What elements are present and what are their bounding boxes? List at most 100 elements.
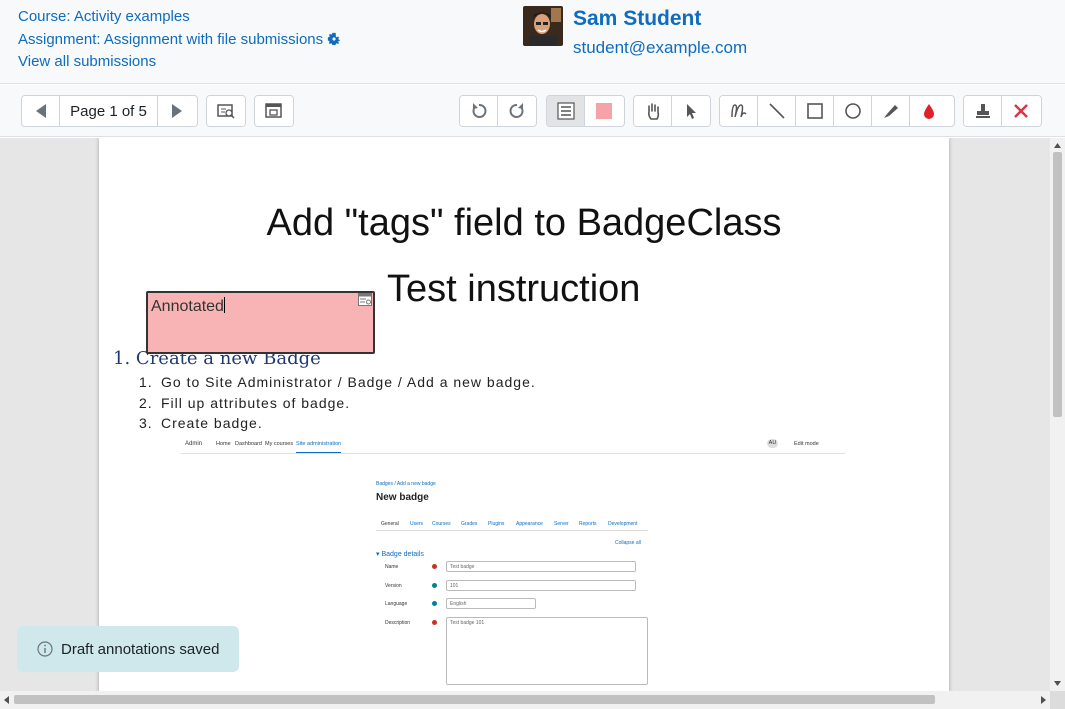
rotate-left-button[interactable] [460, 96, 498, 126]
list-item: 2. Fill up attributes of badge. [139, 393, 536, 414]
embedded-nav-item-active: Site administration [296, 441, 342, 453]
course-link[interactable]: Course: Activity examples [18, 8, 190, 25]
pan-tool-button[interactable] [634, 96, 672, 126]
annotation-color-button[interactable] [585, 96, 623, 126]
embedded-breadcrumb: Badges / Add a new badge [376, 481, 436, 487]
document-viewport[interactable]: Add "tags" field to BadgeClass Test inst… [0, 138, 1050, 691]
view-all-submissions-link[interactable]: View all submissions [18, 53, 156, 70]
embedded-collapse-all: Collapse all [615, 540, 641, 546]
list-item: 3. Create badge. [139, 413, 536, 434]
rotate-group [459, 95, 537, 127]
user-email[interactable]: student@example.com [573, 38, 747, 58]
triangle-left-icon [35, 104, 46, 118]
user-name[interactable]: Sam Student [573, 7, 701, 31]
horizontal-scrollbar[interactable] [0, 691, 1050, 709]
rotate-right-icon [509, 103, 524, 118]
embedded-tab: Development [608, 521, 638, 527]
vertical-scroll-thumb[interactable] [1053, 152, 1062, 417]
embedded-section-label: Badge details [381, 551, 424, 558]
gear-icon[interactable] [327, 32, 341, 46]
step-text: Fill up attributes of badge. [161, 394, 351, 411]
embedded-divider [376, 530, 648, 531]
avatar-image [523, 6, 563, 46]
embedded-collapse-all-label: Collapse all [615, 540, 641, 546]
required-icon [432, 620, 437, 625]
page-select[interactable]: Page 1 of 5 [60, 96, 158, 126]
window-restore-icon [265, 103, 282, 118]
steps-list: 1. Go to Site Administrator / Badge / Add… [139, 372, 536, 434]
step-text: Go to Site Administrator / Badge / Add a… [161, 374, 536, 390]
annotation-toolbar: Page 1 of 5 [0, 85, 1065, 137]
embedded-tab: General [381, 521, 399, 527]
submission-header: Course: Activity examples Assignment: As… [0, 0, 1065, 84]
scroll-left-icon[interactable] [2, 691, 12, 709]
embedded-field-label: Name [385, 564, 399, 570]
embedded-section-title: ▾ Badge details [376, 551, 424, 558]
colour-tool-button[interactable] [910, 96, 948, 126]
comment-color-button[interactable] [547, 96, 585, 126]
drawing-tools-group [719, 95, 955, 127]
pdf-page[interactable]: Add "tags" field to BadgeClass Test inst… [99, 138, 949, 691]
scroll-right-icon[interactable] [1038, 691, 1048, 709]
line-icon [768, 103, 785, 119]
close-icon [1014, 104, 1028, 118]
embedded-field: 101 [446, 580, 636, 591]
embedded-tab: Grades [461, 521, 478, 527]
color-swatch-icon [596, 103, 612, 119]
search-comments-button[interactable] [207, 96, 245, 126]
embedded-tab: Courses [432, 521, 451, 527]
embedded-nav-item: My courses [265, 441, 294, 447]
required-icon [432, 564, 437, 569]
delete-button[interactable] [1002, 96, 1040, 126]
embedded-select: English [446, 598, 536, 609]
info-icon [37, 641, 53, 657]
vertical-scrollbar[interactable] [1050, 138, 1065, 691]
embedded-field-label: Language [385, 601, 408, 607]
pointer-icon [687, 104, 696, 119]
text-cursor [223, 297, 225, 313]
next-page-button[interactable] [158, 96, 196, 126]
embedded-tab: Appearance [516, 521, 543, 527]
navigation-tools-group [633, 95, 711, 127]
pen-tool-button[interactable] [720, 96, 758, 126]
assignment-link[interactable]: Assignment: Assignment with file submiss… [18, 31, 341, 48]
embedded-tab: Plugins [488, 521, 505, 527]
stamp-tool-button[interactable] [964, 96, 1002, 126]
comment-color-icon [556, 102, 575, 120]
embedded-nav-editmode: Edit mode [794, 441, 819, 447]
scrollbar-corner [1050, 691, 1065, 709]
select-tool-button[interactable] [672, 96, 710, 126]
triangle-right-icon [172, 104, 182, 118]
oval-tool-button[interactable] [834, 96, 872, 126]
embedded-textarea: Test badge 101 [446, 617, 648, 685]
annotation-text[interactable]: Annotated [151, 298, 224, 315]
highlighter-icon [883, 105, 898, 118]
circle-icon [844, 103, 861, 119]
scroll-down-icon[interactable] [1050, 679, 1065, 689]
embedded-tab: Reports [579, 521, 597, 527]
embedded-field: Test badge [446, 561, 636, 572]
rotate-left-icon [472, 103, 486, 118]
rotate-right-button[interactable] [498, 96, 536, 126]
highlight-tool-button[interactable] [872, 96, 910, 126]
comment-menu-icon[interactable] [358, 293, 372, 306]
step-number: 3. [139, 415, 153, 431]
embedded-nav-item: Home [216, 441, 231, 447]
embedded-heading: New badge [376, 492, 429, 503]
embedded-field-label: Description [385, 620, 411, 626]
user-avatar[interactable] [523, 6, 563, 46]
list-item-number: 1. [113, 348, 131, 369]
rectangle-tool-button[interactable] [796, 96, 834, 126]
prev-page-button[interactable] [22, 96, 60, 126]
annotation-comment[interactable]: Annotated [146, 291, 375, 354]
scroll-up-icon[interactable] [1050, 140, 1065, 150]
embedded-screenshot: Admin Home Dashboard My courses Site adm… [181, 434, 845, 691]
line-tool-button[interactable] [758, 96, 796, 126]
step-number: 2. [139, 394, 153, 411]
expand-collapse-button[interactable] [255, 96, 293, 126]
horizontal-scroll-thumb[interactable] [14, 695, 935, 704]
step-text: Create badge. [161, 415, 263, 431]
info-icon [432, 601, 437, 606]
stamp-delete-group [963, 95, 1042, 127]
search-comments-group [206, 95, 246, 127]
